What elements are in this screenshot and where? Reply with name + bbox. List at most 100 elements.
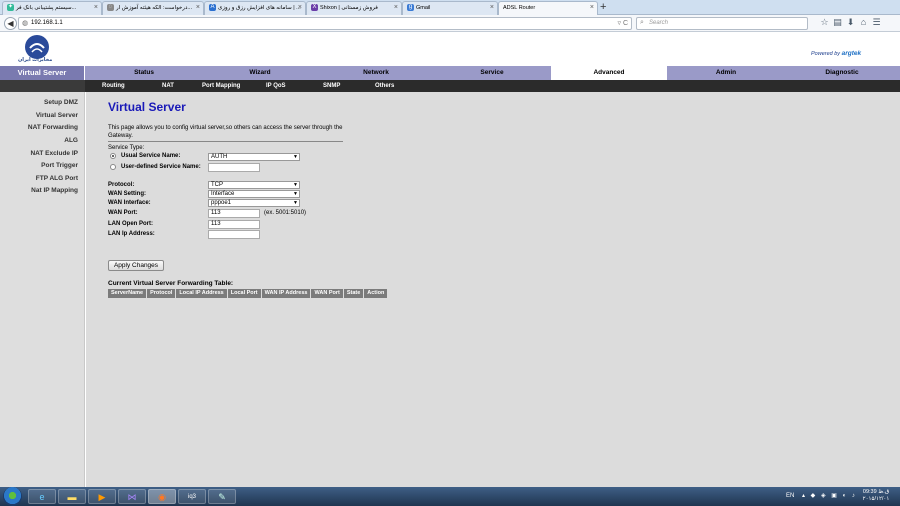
gmail-icon: g — [407, 4, 414, 12]
wan-setting-select[interactable]: Interface ▼ — [208, 190, 300, 198]
table-header-cell: WAN Port — [311, 289, 344, 298]
sidebar-item-nat-exclude-ip[interactable]: NAT Exclude IP — [30, 150, 78, 157]
chevron-down-icon: ▼ — [293, 182, 298, 188]
menu-service[interactable]: Service — [434, 66, 550, 80]
clock[interactable]: 09:39 ق.ظ ۲۰۱۵/۱۲/۰۱ — [856, 489, 896, 503]
url-text: 192.168.1.1 — [31, 20, 63, 26]
user-defined-service-input[interactable] — [208, 163, 260, 172]
sidebar: Setup DMZ Virtual Server NAT Forwarding … — [0, 92, 85, 487]
vs-icon[interactable]: ⋈ — [118, 489, 146, 504]
lan-ip-input[interactable] — [208, 230, 260, 239]
usual-service-radio[interactable] — [110, 153, 116, 159]
wan-port-input[interactable]: 113 — [208, 209, 260, 218]
sidebar-item-port-trigger[interactable]: Port Trigger — [41, 162, 78, 169]
submenu-ip-qos[interactable]: IP QoS — [266, 80, 286, 92]
user-defined-radio[interactable] — [110, 164, 116, 170]
close-tab-icon[interactable]: × — [590, 2, 594, 14]
table-title: Current Virtual Server Forwarding Table: — [108, 280, 234, 287]
submenu-routing[interactable]: Routing — [102, 80, 125, 92]
toolbar-icons: ☆ ▤ ⬇ ⌂ ☰ — [818, 17, 883, 28]
usual-service-label: Usual Service Name: — [121, 153, 181, 159]
browser-tab[interactable]: g Gmail × — [402, 1, 498, 15]
usual-service-select[interactable]: AUTH ▼ — [208, 153, 300, 161]
submenu-others[interactable]: Others — [375, 80, 394, 92]
browser-tab[interactable]: A سامانه های افزایش رزق و روزی | ... × — [204, 1, 306, 15]
media-player-icon[interactable]: ▶ — [88, 489, 116, 504]
submenu-port-mapping[interactable]: Port Mapping — [202, 80, 240, 92]
wan-setting-label: WAN Setting: — [108, 191, 146, 197]
language-indicator[interactable]: EN — [786, 487, 794, 506]
folder-icon[interactable]: ▬ — [58, 489, 86, 504]
close-tab-icon[interactable]: × — [196, 2, 200, 14]
new-tab-icon[interactable]: + — [600, 0, 606, 15]
bird-icon: ✦ — [7, 4, 14, 12]
menu-diagnostic[interactable]: Diagnostic — [784, 66, 900, 80]
sidebar-item-nat-ip-mapping[interactable]: Nat IP Mapping — [31, 187, 78, 194]
firefox-icon[interactable]: ◉ — [148, 489, 176, 504]
menu-advanced[interactable]: Advanced — [551, 66, 667, 80]
download-icon[interactable]: ⬇ — [844, 17, 857, 28]
menu-network[interactable]: Network — [318, 66, 434, 80]
close-tab-icon[interactable]: × — [298, 2, 302, 14]
page-title: Virtual Server — [108, 100, 186, 114]
clipboard-icon[interactable]: ▤ — [831, 17, 844, 28]
close-tab-icon[interactable]: × — [94, 2, 98, 14]
main-menu: Virtual Server Status Wizard Network Ser… — [0, 66, 900, 80]
browser-tab-bar: ✦ سیستم پشتیبانی بانک فر... × ◌ درخواست: ال… — [0, 0, 900, 15]
lan-ip-label: LAN Ip Address: — [108, 231, 155, 237]
submenu-nat[interactable]: NAT — [162, 80, 174, 92]
table-header-cell: Local IP Address — [176, 289, 228, 298]
browser-tab[interactable]: ◌ درخواست: الکه هیئته آموزش ار... × — [102, 1, 204, 15]
table-header-cell: ServerName — [108, 289, 148, 298]
table-header-cell: WAN IP Address — [261, 289, 312, 298]
ie-icon[interactable]: e — [28, 489, 56, 504]
browser-toolbar: ◀ ◍ 192.168.1.1 ▿ C ⌕ Search ☆ ▤ ⬇ ⌂ ☰ — [0, 15, 900, 32]
globe-icon: ◍ — [22, 20, 29, 27]
apply-changes-button[interactable]: Apply Changes — [108, 260, 164, 271]
sidebar-item-setup-dmz[interactable]: Setup DMZ — [44, 99, 78, 106]
start-button[interactable] — [3, 487, 22, 506]
reload-icon[interactable]: ▿ C — [617, 19, 628, 27]
wan-interface-label: WAN Interface: — [108, 200, 151, 206]
menu-wizard[interactable]: Wizard — [202, 66, 318, 80]
table-header-cell: Action — [364, 289, 389, 298]
sidebar-item-nat-forwarding[interactable]: NAT Forwarding — [28, 124, 78, 131]
sidebar-item-ftp-alg-port[interactable]: FTP ALG Port — [36, 175, 78, 182]
shixon-icon: X — [311, 4, 318, 12]
menu-admin[interactable]: Admin — [668, 66, 784, 80]
home-icon[interactable]: ⌂ — [857, 17, 870, 27]
paint-icon[interactable]: ✎ — [208, 489, 236, 504]
submenu-snmp[interactable]: SNMP — [323, 80, 340, 92]
site-icon: A — [209, 4, 216, 12]
bookmark-star-icon[interactable]: ☆ — [818, 17, 831, 28]
close-tab-icon[interactable]: × — [490, 2, 494, 14]
browser-tab[interactable]: ✦ سیستم پشتیبانی بانک فر... × — [2, 1, 102, 15]
chevron-down-icon: ▼ — [293, 200, 298, 206]
tray-icons[interactable]: ▴ ◆ ◈ ▣ ◐ ♪ — [802, 487, 857, 506]
app-icon[interactable]: iq3 — [178, 489, 206, 504]
menu-icon[interactable]: ☰ — [870, 17, 883, 28]
url-bar[interactable]: ◍ 192.168.1.1 ▿ C — [18, 17, 632, 30]
table-header-cell: Local Port — [227, 289, 262, 298]
browser-tab-active[interactable]: ADSL Router × — [498, 1, 598, 15]
wan-interface-select[interactable]: pppoe1 ▼ — [208, 199, 300, 207]
browser-tab[interactable]: X Shixon | فروش زمستانی × — [306, 1, 402, 15]
page-icon: ◌ — [107, 4, 114, 12]
lan-open-port-label: LAN Open Port: — [108, 221, 153, 227]
menu-status[interactable]: Status — [86, 66, 202, 80]
taskbar: e ▬ ▶ ⋈ ◉ iq3 ✎ EN ▴ ◆ ◈ ▣ ◐ ♪ 09:39 ق.ظ… — [0, 487, 900, 506]
search-input[interactable]: ⌕ Search — [636, 17, 808, 30]
lan-open-port-input[interactable]: 113 — [208, 220, 260, 229]
protocol-label: Protocol: — [108, 182, 135, 188]
back-button[interactable]: ◀ — [4, 17, 17, 30]
table-header-cell: Protocol — [147, 289, 177, 298]
main-content: Virtual Server This page allows you to c… — [86, 92, 900, 487]
logo-caption: مخابرات ایران — [18, 57, 53, 63]
protocol-select[interactable]: TCP ▼ — [208, 181, 300, 189]
sidebar-item-virtual-server[interactable]: Virtual Server — [36, 112, 78, 119]
sidebar-item-alg[interactable]: ALG — [64, 137, 78, 144]
submenu-spacer — [0, 80, 85, 92]
service-type-label: Service Type: — [108, 145, 145, 151]
close-tab-icon[interactable]: × — [394, 2, 398, 14]
chevron-down-icon: ▼ — [293, 154, 298, 160]
